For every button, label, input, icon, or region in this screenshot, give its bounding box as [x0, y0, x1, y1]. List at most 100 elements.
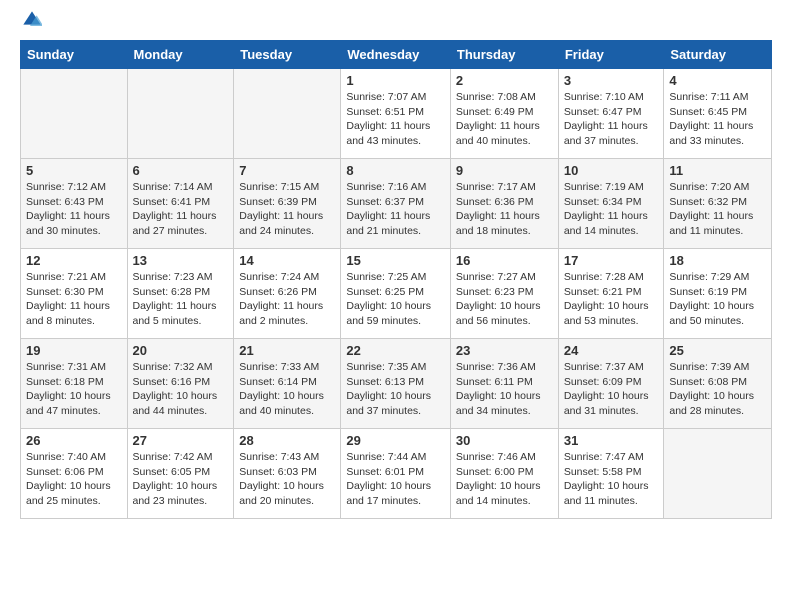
calendar-cell: 27 Sunrise: 7:42 AM Sunset: 6:05 PM Dayli…	[127, 429, 234, 519]
calendar-cell: 5 Sunrise: 7:12 AM Sunset: 6:43 PM Daylig…	[21, 159, 128, 249]
day-number: 17	[564, 253, 659, 268]
day-number: 2	[456, 73, 553, 88]
day-info: Sunrise: 7:29 AM Sunset: 6:19 PM Dayligh…	[669, 270, 766, 329]
calendar-cell: 13 Sunrise: 7:23 AM Sunset: 6:28 PM Dayli…	[127, 249, 234, 339]
day-number: 24	[564, 343, 659, 358]
day-number: 27	[133, 433, 229, 448]
day-info: Sunrise: 7:47 AM Sunset: 5:58 PM Dayligh…	[564, 450, 659, 509]
day-number: 8	[346, 163, 445, 178]
calendar-cell: 21Sunrise: 7:33 AM Sunset: 6:14 PM Dayli…	[234, 339, 341, 429]
calendar-header: SundayMondayTuesdayWednesdayThursdayFrid…	[21, 41, 772, 69]
header-day-tuesday: Tuesday	[234, 41, 341, 69]
calendar-cell: 2 Sunrise: 7:08 AM Sunset: 6:49 PM Daylig…	[450, 69, 558, 159]
day-number: 20	[133, 343, 229, 358]
day-number: 11	[669, 163, 766, 178]
day-info: Sunrise: 7:25 AM Sunset: 6:25 PM Dayligh…	[346, 270, 445, 329]
calendar-cell: 18 Sunrise: 7:29 AM Sunset: 6:19 PM Dayli…	[664, 249, 772, 339]
calendar-cell: 30 Sunrise: 7:46 AM Sunset: 6:00 PM Dayli…	[450, 429, 558, 519]
day-info: Sunrise: 7:43 AM Sunset: 6:03 PM Dayligh…	[239, 450, 335, 509]
day-number: 31	[564, 433, 659, 448]
day-info: Sunrise: 7:32 AM Sunset: 6:16 PM Dayligh…	[133, 360, 229, 419]
calendar-cell: 26 Sunrise: 7:40 AM Sunset: 6:06 PM Dayli…	[21, 429, 128, 519]
day-info: Sunrise: 7:35 AM Sunset: 6:13 PM Dayligh…	[346, 360, 445, 419]
day-info: Sunrise: 7:39 AM Sunset: 6:08 PM Dayligh…	[669, 360, 766, 419]
day-info: Sunrise: 7:46 AM Sunset: 6:00 PM Dayligh…	[456, 450, 553, 509]
day-number: 18	[669, 253, 766, 268]
day-number: 14	[239, 253, 335, 268]
day-info: Sunrise: 7:23 AM Sunset: 6:28 PM Dayligh…	[133, 270, 229, 329]
calendar-cell: 11 Sunrise: 7:20 AM Sunset: 6:32 PM Dayli…	[664, 159, 772, 249]
day-info: Sunrise: 7:37 AM Sunset: 6:09 PM Dayligh…	[564, 360, 659, 419]
header-row: SundayMondayTuesdayWednesdayThursdayFrid…	[21, 41, 772, 69]
day-number: 26	[26, 433, 122, 448]
calendar-cell: 19Sunrise: 7:31 AM Sunset: 6:18 PM Dayli…	[21, 339, 128, 429]
day-info: Sunrise: 7:20 AM Sunset: 6:32 PM Dayligh…	[669, 180, 766, 239]
day-number: 19	[26, 343, 122, 358]
calendar-cell	[127, 69, 234, 159]
day-info: Sunrise: 7:36 AM Sunset: 6:11 PM Dayligh…	[456, 360, 553, 419]
day-info: Sunrise: 7:07 AM Sunset: 6:51 PM Dayligh…	[346, 90, 445, 149]
day-info: Sunrise: 7:40 AM Sunset: 6:06 PM Dayligh…	[26, 450, 122, 509]
day-info: Sunrise: 7:12 AM Sunset: 6:43 PM Dayligh…	[26, 180, 122, 239]
day-info: Sunrise: 7:19 AM Sunset: 6:34 PM Dayligh…	[564, 180, 659, 239]
page-header	[20, 20, 772, 30]
week-row-1: 1 Sunrise: 7:07 AM Sunset: 6:51 PM Daylig…	[21, 69, 772, 159]
calendar-cell: 3 Sunrise: 7:10 AM Sunset: 6:47 PM Daylig…	[558, 69, 664, 159]
day-info: Sunrise: 7:42 AM Sunset: 6:05 PM Dayligh…	[133, 450, 229, 509]
day-info: Sunrise: 7:14 AM Sunset: 6:41 PM Dayligh…	[133, 180, 229, 239]
day-number: 23	[456, 343, 553, 358]
day-number: 7	[239, 163, 335, 178]
calendar-cell: 31 Sunrise: 7:47 AM Sunset: 5:58 PM Dayli…	[558, 429, 664, 519]
calendar-cell: 28 Sunrise: 7:43 AM Sunset: 6:03 PM Dayli…	[234, 429, 341, 519]
logo	[20, 20, 42, 30]
day-number: 10	[564, 163, 659, 178]
day-info: Sunrise: 7:27 AM Sunset: 6:23 PM Dayligh…	[456, 270, 553, 329]
day-info: Sunrise: 7:10 AM Sunset: 6:47 PM Dayligh…	[564, 90, 659, 149]
calendar-cell	[664, 429, 772, 519]
day-number: 25	[669, 343, 766, 358]
day-number: 6	[133, 163, 229, 178]
calendar-cell	[21, 69, 128, 159]
day-number: 12	[26, 253, 122, 268]
logo-icon	[22, 10, 42, 30]
calendar-cell: 29 Sunrise: 7:44 AM Sunset: 6:01 PM Dayli…	[341, 429, 451, 519]
day-number: 3	[564, 73, 659, 88]
day-number: 16	[456, 253, 553, 268]
calendar-cell: 20 Sunrise: 7:32 AM Sunset: 6:16 PM Dayli…	[127, 339, 234, 429]
day-info: Sunrise: 7:44 AM Sunset: 6:01 PM Dayligh…	[346, 450, 445, 509]
day-number: 9	[456, 163, 553, 178]
calendar-cell: 8Sunrise: 7:16 AM Sunset: 6:37 PM Daylig…	[341, 159, 451, 249]
day-info: Sunrise: 7:28 AM Sunset: 6:21 PM Dayligh…	[564, 270, 659, 329]
day-number: 5	[26, 163, 122, 178]
calendar-body: 1 Sunrise: 7:07 AM Sunset: 6:51 PM Daylig…	[21, 69, 772, 519]
day-info: Sunrise: 7:24 AM Sunset: 6:26 PM Dayligh…	[239, 270, 335, 329]
day-number: 21	[239, 343, 335, 358]
day-number: 4	[669, 73, 766, 88]
day-number: 30	[456, 433, 553, 448]
day-number: 13	[133, 253, 229, 268]
calendar-cell: 16 Sunrise: 7:27 AM Sunset: 6:23 PM Dayli…	[450, 249, 558, 339]
header-day-friday: Friday	[558, 41, 664, 69]
week-row-3: 12 Sunrise: 7:21 AM Sunset: 6:30 PM Dayli…	[21, 249, 772, 339]
day-number: 15	[346, 253, 445, 268]
day-info: Sunrise: 7:21 AM Sunset: 6:30 PM Dayligh…	[26, 270, 122, 329]
week-row-5: 26 Sunrise: 7:40 AM Sunset: 6:06 PM Dayli…	[21, 429, 772, 519]
day-number: 1	[346, 73, 445, 88]
header-day-saturday: Saturday	[664, 41, 772, 69]
calendar-cell: 14 Sunrise: 7:24 AM Sunset: 6:26 PM Dayli…	[234, 249, 341, 339]
calendar-cell: 23 Sunrise: 7:36 AM Sunset: 6:11 PM Dayli…	[450, 339, 558, 429]
day-info: Sunrise: 7:08 AM Sunset: 6:49 PM Dayligh…	[456, 90, 553, 149]
calendar-cell: 4Sunrise: 7:11 AM Sunset: 6:45 PM Daylig…	[664, 69, 772, 159]
day-info: Sunrise: 7:17 AM Sunset: 6:36 PM Dayligh…	[456, 180, 553, 239]
calendar-cell: 15 Sunrise: 7:25 AM Sunset: 6:25 PM Dayli…	[341, 249, 451, 339]
day-info: Sunrise: 7:15 AM Sunset: 6:39 PM Dayligh…	[239, 180, 335, 239]
day-number: 28	[239, 433, 335, 448]
calendar-table: SundayMondayTuesdayWednesdayThursdayFrid…	[20, 40, 772, 519]
day-number: 29	[346, 433, 445, 448]
calendar-cell: 7 Sunrise: 7:15 AM Sunset: 6:39 PM Daylig…	[234, 159, 341, 249]
calendar-cell: 1 Sunrise: 7:07 AM Sunset: 6:51 PM Daylig…	[341, 69, 451, 159]
calendar-cell: 22Sunrise: 7:35 AM Sunset: 6:13 PM Dayli…	[341, 339, 451, 429]
calendar-cell: 6 Sunrise: 7:14 AM Sunset: 6:41 PM Daylig…	[127, 159, 234, 249]
calendar-cell: 17 Sunrise: 7:28 AM Sunset: 6:21 PM Dayli…	[558, 249, 664, 339]
calendar-cell: 24 Sunrise: 7:37 AM Sunset: 6:09 PM Dayli…	[558, 339, 664, 429]
